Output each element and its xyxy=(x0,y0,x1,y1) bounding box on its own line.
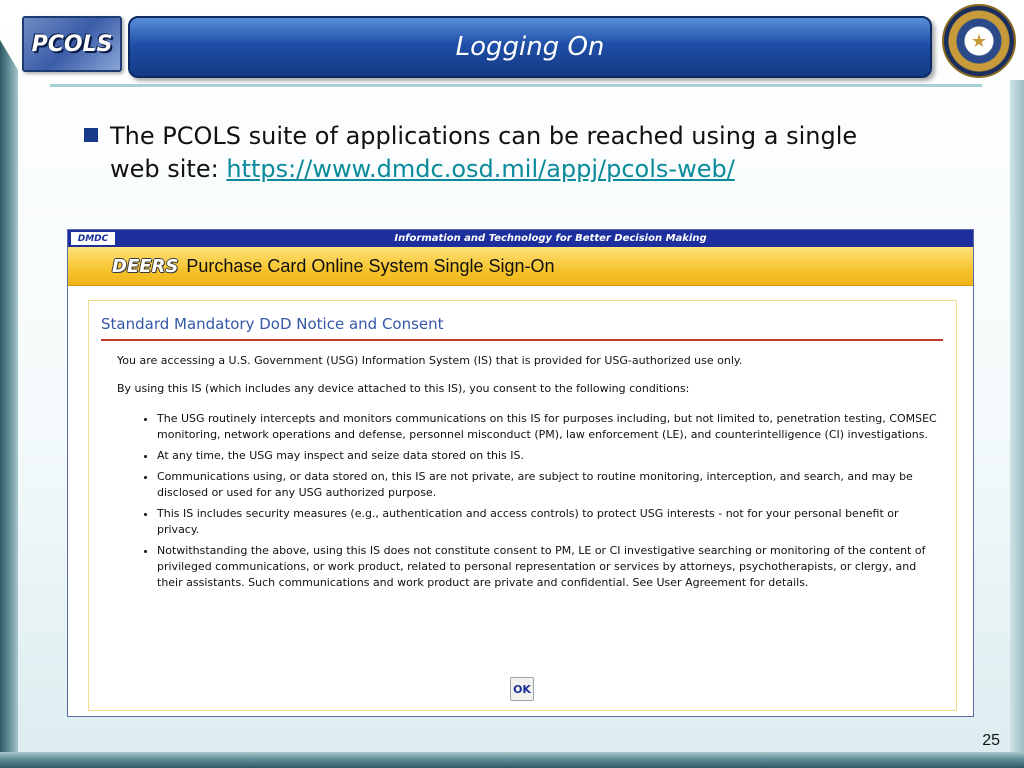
slide-number: 25 xyxy=(982,732,1000,749)
pcols-logo: PCOLS xyxy=(22,16,122,72)
slide-title-bar: Logging On xyxy=(128,16,932,78)
condition-item: This IS includes security measures (e.g.… xyxy=(157,506,937,538)
slide-title: Logging On xyxy=(455,32,605,62)
ok-button[interactable]: OK xyxy=(510,677,534,701)
dod-seal-icon xyxy=(942,4,1016,78)
condition-item: The USG routinely intercepts and monitor… xyxy=(157,411,937,443)
bullet-item: The PCOLS suite of applications can be r… xyxy=(84,120,914,186)
condition-item: Notwithstanding the above, using this IS… xyxy=(157,543,937,591)
bullet-text: The PCOLS suite of applications can be r… xyxy=(110,120,914,186)
notice-intro: You are accessing a U.S. Government (USG… xyxy=(117,354,743,367)
deers-logo: DEERS xyxy=(112,255,179,277)
slide-bottom-band xyxy=(0,752,1024,768)
conditions-list: The USG routinely intercepts and monitor… xyxy=(157,411,937,591)
slide-left-band xyxy=(0,40,18,755)
notice-heading: Standard Mandatory DoD Notice and Consen… xyxy=(101,315,444,333)
embedded-screenshot: DMDC Information and Technology for Bett… xyxy=(67,229,974,717)
dmdc-tagline: Information and Technology for Better De… xyxy=(394,233,707,244)
notice-body: You are accessing a U.S. Government (USG… xyxy=(117,353,937,596)
dmdc-top-bar: DMDC Information and Technology for Bett… xyxy=(68,230,973,247)
notice-panel: Standard Mandatory DoD Notice and Consen… xyxy=(88,300,957,711)
notice-divider xyxy=(101,339,943,341)
header-divider xyxy=(50,84,982,87)
notice-consent: By using this IS (which includes any dev… xyxy=(117,382,690,395)
condition-item: Communications using, or data stored on,… xyxy=(157,469,937,501)
system-title: Purchase Card Online System Single Sign-… xyxy=(186,255,555,276)
square-bullet-icon xyxy=(84,128,98,142)
slide-right-band xyxy=(1010,80,1024,768)
pcols-logo-text: PCOLS xyxy=(31,31,113,57)
condition-item: At any time, the USG may inspect and sei… xyxy=(157,448,937,464)
dmdc-badge: DMDC xyxy=(70,231,116,246)
pcols-web-link[interactable]: https://www.dmdc.osd.mil/appj/pcols-web/ xyxy=(226,155,734,183)
sso-header: DEERS Purchase Card Online System Single… xyxy=(68,247,973,286)
